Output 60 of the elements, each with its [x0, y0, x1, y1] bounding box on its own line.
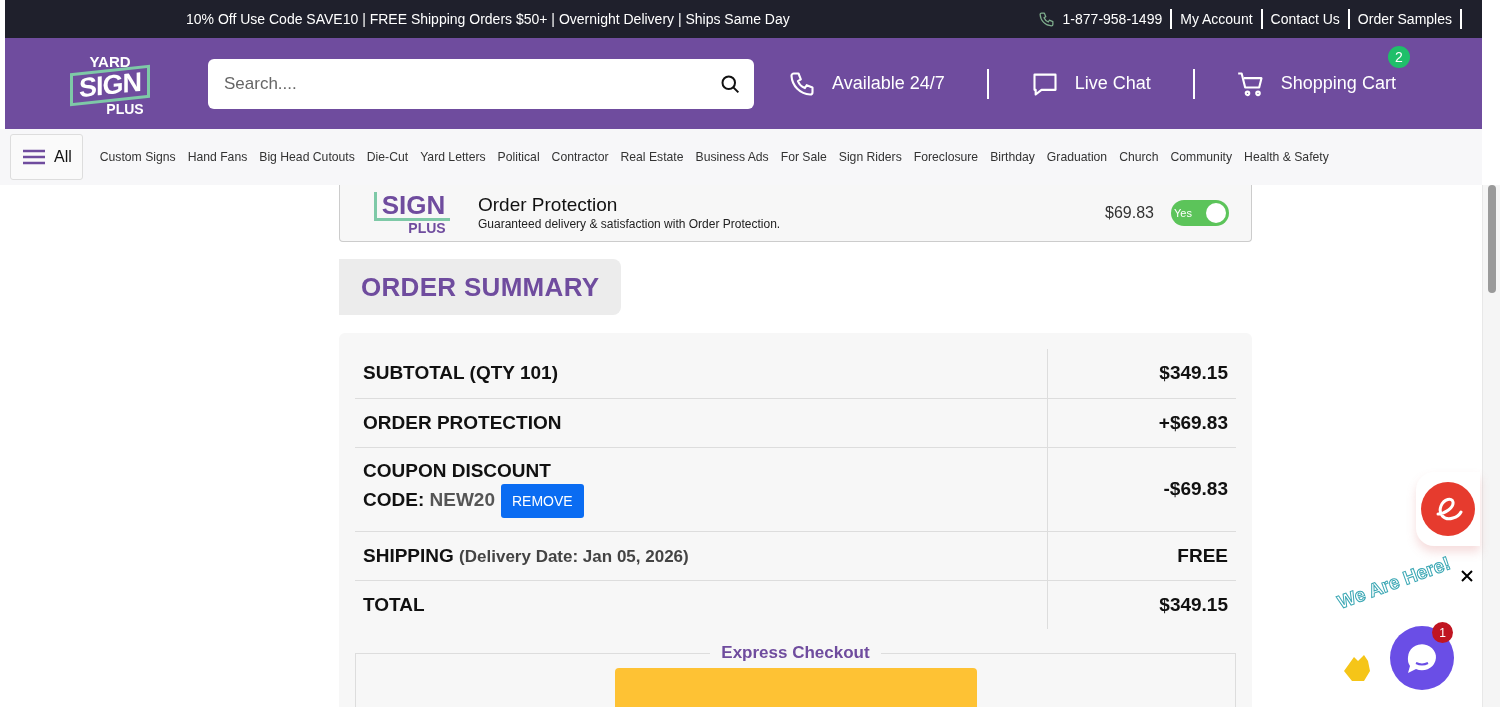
summary-label: TOTAL — [355, 580, 1048, 629]
shopping-cart-link[interactable]: Shopping Cart — [1236, 65, 1396, 102]
category-link[interactable]: For Sale — [774, 150, 833, 164]
category-link[interactable]: Hand Fans — [181, 150, 254, 164]
category-link[interactable]: Custom Signs — [93, 150, 182, 164]
search-icon[interactable] — [720, 73, 740, 94]
express-checkout-heading: Express Checkout — [710, 643, 881, 663]
all-categories-button[interactable]: All — [10, 134, 83, 180]
promo-banner-text: 10% Off Use Code SAVE10 | FREE Shipping Orders $50+ | Overnight Delivery | Ships Same Day — [186, 11, 790, 27]
top-link[interactable]: My Account — [1172, 9, 1263, 29]
widget-launcher[interactable] — [1416, 472, 1480, 546]
summary-value: $349.15 — [1159, 362, 1228, 384]
summary-value: +$69.83 — [1158, 411, 1228, 433]
summary-label: SHIPPING — [363, 544, 454, 566]
summary-label: ORDER PROTECTION — [355, 398, 1048, 447]
summary-label: COUPON DISCOUNT — [363, 460, 551, 482]
category-link[interactable]: Die-Cut — [360, 150, 415, 164]
order-summary-heading: ORDER SUMMARY — [339, 259, 622, 315]
remove-button[interactable]: REMOVE — [501, 484, 584, 518]
summary-value: $349.15 — [1159, 593, 1228, 615]
category-link[interactable]: Health & Safety — [1238, 150, 1335, 164]
category-link[interactable]: Foreclosure — [907, 150, 985, 164]
close-icon[interactable] — [1460, 569, 1474, 583]
delivery-date: (Delivery Date: Jan 05, 2026) — [459, 546, 689, 566]
summary-value: -$69.83 — [1163, 478, 1228, 499]
menu-icon — [23, 149, 45, 165]
chat-launcher[interactable] — [1390, 626, 1454, 690]
phone-icon — [1037, 10, 1055, 28]
coupon-code: NEW20 — [429, 489, 495, 510]
brand-icon — [1421, 482, 1475, 536]
summary-label: SUBTOTAL (QTY 101) — [355, 349, 1048, 398]
availability-link[interactable]: Available 24/7 — [788, 65, 945, 102]
top-link[interactable]: Order Samples — [1349, 9, 1462, 29]
category-link[interactable]: Business Ads — [689, 150, 775, 164]
order-protection-description: Guaranteed delivery & satisfaction with Order Protection. — [478, 217, 781, 231]
search-field[interactable]: Search.... — [208, 58, 754, 109]
cart-count-badge: 2 — [1387, 45, 1410, 68]
notification-badge: 1 — [1432, 622, 1453, 643]
category-link[interactable]: Church — [1113, 150, 1165, 164]
live-chat-link[interactable]: Live Chat — [1030, 65, 1151, 102]
category-link[interactable]: Graduation — [1040, 150, 1114, 164]
order-protection-title: Order Protection — [478, 195, 619, 214]
phone-icon — [788, 69, 816, 98]
protection-price: $69.83 — [1105, 204, 1154, 222]
category-link[interactable]: Political — [491, 150, 546, 164]
chat-tagline: We Are Here! — [1335, 553, 1454, 614]
top-link[interactable]: Contact Us — [1262, 9, 1350, 29]
category-link[interactable]: Yard Letters — [414, 150, 492, 164]
category-link[interactable]: Big Head Cutouts — [253, 150, 361, 164]
phone-link[interactable]: 1-877-958-1499 — [1037, 9, 1173, 29]
category-link[interactable]: Sign Riders — [832, 150, 908, 164]
category-link[interactable]: Community — [1164, 150, 1239, 164]
cart-icon — [1236, 69, 1265, 98]
category-link[interactable]: Contractor — [545, 150, 615, 164]
logo: SIGN PLUS — [362, 191, 462, 235]
code-label: CODE: — [363, 489, 425, 510]
scrollbar[interactable] — [1482, 185, 1500, 707]
category-link[interactable]: Birthday — [984, 150, 1041, 164]
category-link[interactable]: Real Estate — [614, 150, 690, 164]
summary-value: FREE — [1177, 544, 1228, 566]
